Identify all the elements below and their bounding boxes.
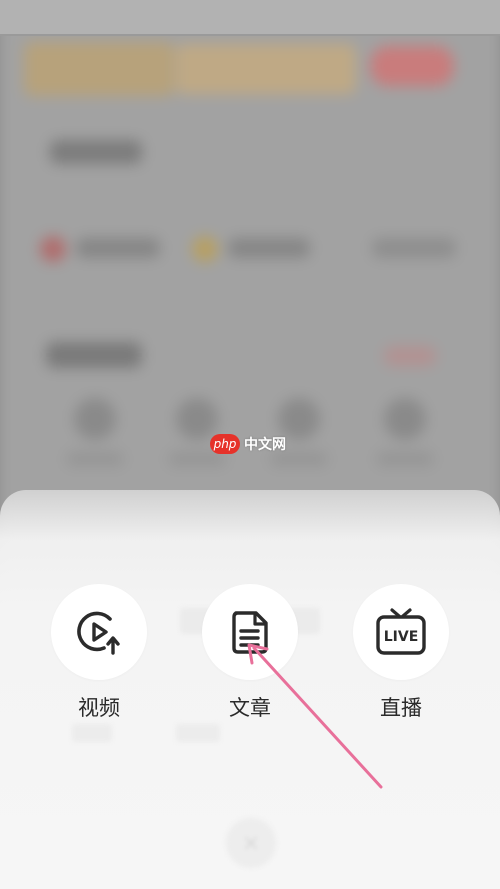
bg-grid-icon-4 bbox=[384, 398, 426, 440]
article-option-label: 文章 bbox=[229, 696, 271, 720]
close-icon: × bbox=[241, 830, 261, 856]
watermark-badge: php bbox=[210, 434, 240, 454]
live-option-label: 直播 bbox=[380, 696, 422, 720]
bg-section-heading bbox=[50, 140, 142, 164]
status-bar-area bbox=[0, 0, 500, 34]
bg-grid-label-4 bbox=[376, 452, 434, 466]
watermark-text: 中文网 bbox=[244, 437, 286, 453]
bg-section-heading-2 bbox=[46, 342, 142, 368]
video-option-label: 视频 bbox=[78, 696, 120, 720]
bg-grid-icon-1 bbox=[74, 398, 116, 440]
publish-option-live[interactable]: LIVE 直播 bbox=[353, 584, 449, 734]
header-divider bbox=[0, 34, 500, 36]
publish-option-video[interactable]: 视频 bbox=[51, 584, 147, 734]
bg-banner-left bbox=[24, 42, 174, 96]
bg-grid-label-1 bbox=[66, 452, 124, 466]
live-option-icon-button[interactable]: LIVE bbox=[353, 584, 449, 680]
bg-chip-2-icon bbox=[192, 236, 218, 262]
bg-banner-middle bbox=[176, 44, 356, 94]
video-upload-icon bbox=[77, 611, 120, 655]
article-option-icon-button[interactable] bbox=[202, 584, 298, 680]
site-watermark: php 中文网 bbox=[210, 432, 286, 456]
bg-chip-2 bbox=[228, 238, 310, 258]
bg-banner-button bbox=[370, 46, 454, 86]
live-tv-icon: LIVE bbox=[376, 608, 426, 655]
bg-chip-1-icon bbox=[40, 236, 66, 262]
publish-option-article[interactable]: 文章 bbox=[202, 584, 298, 734]
close-sheet-button[interactable]: × bbox=[226, 818, 276, 868]
video-option-icon-button[interactable] bbox=[51, 584, 147, 680]
document-icon bbox=[232, 611, 268, 654]
bg-chip-3 bbox=[372, 238, 456, 258]
bg-chip-1 bbox=[76, 238, 160, 258]
bg-more-link bbox=[384, 346, 436, 366]
live-icon-text: LIVE bbox=[384, 629, 419, 645]
